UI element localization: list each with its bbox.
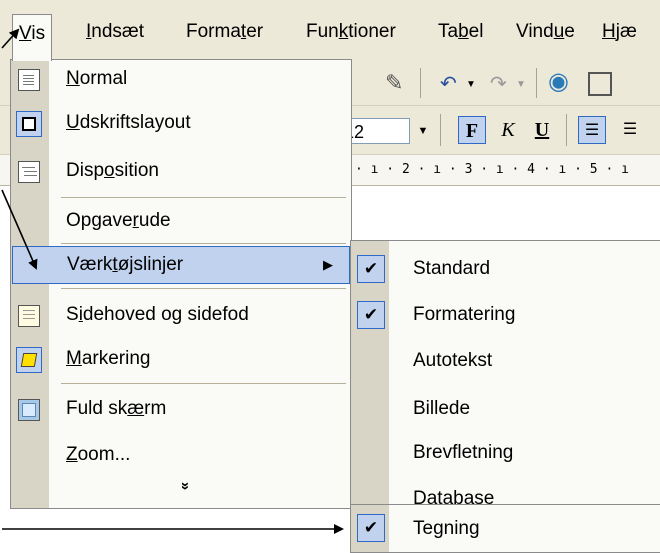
submenu-item-standard[interactable]: ✔ Standard [351,247,660,291]
format-painter-icon[interactable]: ✎ [385,72,403,94]
submenu-item-label: Standard [413,258,491,279]
menu-vindue[interactable]: Vindue [510,18,581,46]
vis-menu: Normal Udskriftslayout Disposition Opgav… [10,59,352,509]
header-footer-icon [18,305,40,327]
underline-button[interactable]: U [528,116,556,144]
toolbar-separator [566,114,567,146]
full-screen-icon [18,399,40,421]
menu-item-fuld-skaerm[interactable]: Fuld skærm [11,390,351,428]
menu-item-label: Markering [66,348,151,369]
undo-dropdown-icon[interactable]: ▼ [466,80,476,90]
submenu-arrow-icon: ▶ [323,257,333,272]
menu-item-udskriftslayout[interactable]: Udskriftslayout [11,104,351,142]
submenu-item-label: Formatering [413,304,516,325]
menu-separator [61,243,346,244]
menu-item-vaerktoejslinjer[interactable]: Værktøjslinjer ▶ [12,246,350,284]
markup-icon [16,347,42,373]
menu-indsaet[interactable]: Indsæt [80,18,150,46]
menu-tabel[interactable]: Tabel [432,18,489,46]
submenu-item-brevfletning[interactable]: Brevfletning [351,431,660,475]
undo-icon[interactable]: ↶ [440,74,457,94]
align-center-button[interactable]: ☰ [616,116,644,144]
italic-button[interactable]: K [494,116,522,144]
menu-item-label: Værktøjslinjer [67,254,184,275]
menu-item-label: Sidehoved og sidefod [66,304,249,325]
submenu-item-formatering[interactable]: ✔ Formatering [351,293,660,337]
menu-item-sidehoved-og-sidefod[interactable]: Sidehoved og sidefod [11,296,351,334]
menu-item-label: Opgaverude [66,210,171,231]
menu-item-disposition[interactable]: Disposition [11,152,351,190]
menu-item-opgaverude[interactable]: Opgaverude [11,202,351,240]
menu-item-zoom[interactable]: Zoom... [11,436,351,474]
submenu-item-autotekst[interactable]: Autotekst [351,339,660,383]
toolbar-separator [536,68,537,98]
ruler-marks: · ı · 2 · ı · 3 · ı · 4 · ı · 5 · ı [355,162,629,177]
menu-item-label: Fuld skærm [66,398,167,419]
menu-funktioner[interactable]: Funktioner [300,18,402,46]
redo-icon[interactable]: ↷ [490,74,507,94]
toolbar-separator [420,68,421,98]
menu-item-label: Zoom... [66,444,131,465]
check-icon: ✔ [357,514,385,542]
menu-item-label: Udskriftslayout [66,112,191,133]
submenu-item-billede[interactable]: Billede [351,387,660,431]
expand-menu-chevron-icon[interactable]: » [175,482,195,490]
bold-button[interactable]: F [458,116,486,144]
menu-separator [61,288,346,289]
submenu-item-label: Billede [413,398,471,419]
submenu-item-label: Database [413,488,495,505]
menu-item-label: Disposition [66,160,159,181]
check-icon: ✔ [357,255,385,283]
menu-bar: Vis Indsæt Formater Funktioner Tabel Vin… [0,0,660,61]
globe-icon[interactable]: ◉ [548,70,569,94]
menu-item-normal[interactable]: Normal [11,60,351,98]
check-icon: ✔ [357,301,385,329]
submenu-item-label: Tegning [413,518,480,539]
redo-dropdown-icon[interactable]: ▼ [516,80,526,90]
normal-view-icon [18,69,40,91]
submenu-item-tegning[interactable]: ✔ Tegning [350,505,660,553]
print-layout-icon [16,111,42,137]
toolbars-submenu: ✔ Standard ✔ Formatering Autotekst Bille… [350,240,660,505]
menu-item-markering[interactable]: Markering [11,340,351,378]
table-icon[interactable] [588,72,612,96]
outline-view-icon [18,161,40,183]
align-left-button[interactable]: ☰ [578,116,606,144]
menu-hjaelp[interactable]: Hjæ [596,18,643,46]
menu-separator [61,197,346,198]
menu-item-label: Normal [66,68,128,89]
toolbar-separator [440,114,441,146]
menu-separator [61,383,346,384]
menu-vis[interactable]: Vis [12,14,53,61]
submenu-item-label: Autotekst [413,350,493,371]
font-size-dropdown-icon[interactable]: ▼ [414,118,432,144]
submenu-item-label: Brevfletning [413,442,514,463]
submenu-item-database[interactable]: Database [351,477,660,505]
menu-formater[interactable]: Formater [180,18,269,46]
